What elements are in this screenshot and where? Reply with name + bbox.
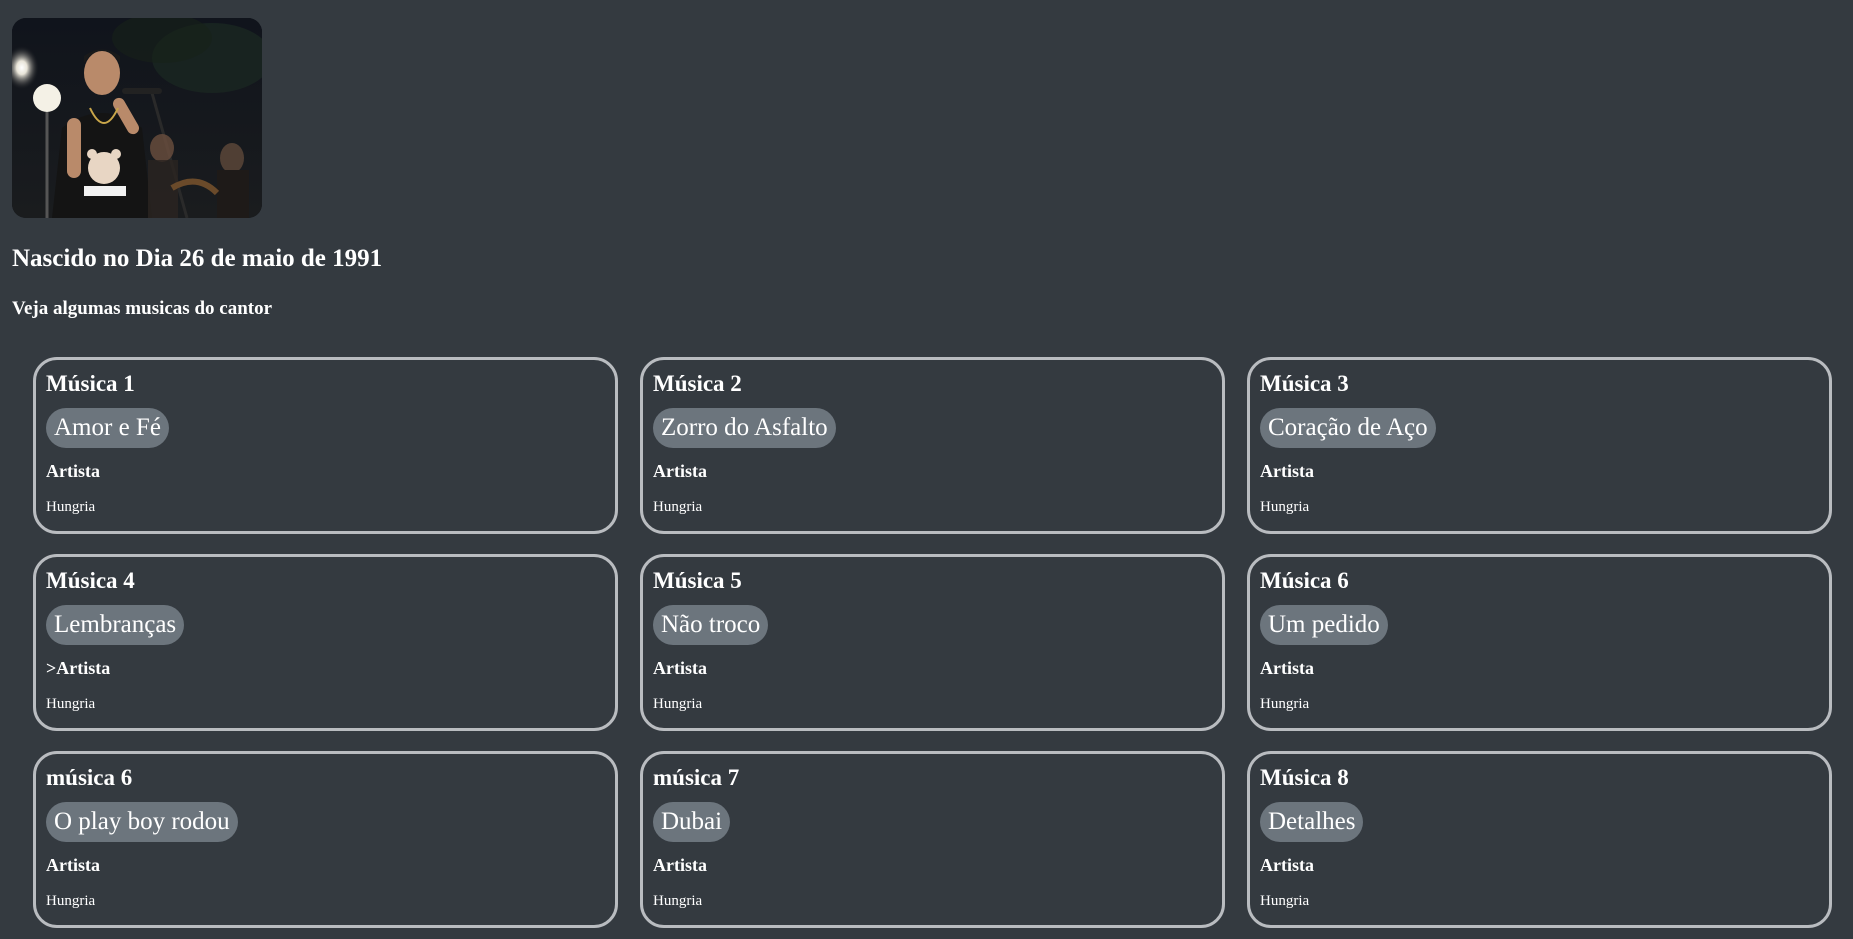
song-title-pill[interactable]: Lembranças — [46, 605, 185, 645]
song-title-pill[interactable]: Coração de Aço — [1260, 408, 1436, 448]
artist-label: Artista — [46, 855, 100, 875]
song-card-heading: Música 3 — [1260, 371, 1349, 396]
artist-name: Hungria — [1260, 696, 1310, 712]
artist-name: Hungria — [653, 499, 703, 515]
song-card: Música 5 Não troco Artista Hungria — [640, 554, 1225, 731]
artist-label: Artista — [653, 658, 707, 678]
songs-grid: Música 1 Amor e Fé Artista Hungria Músic… — [33, 357, 1833, 928]
song-card: Música 4 Lembranças >Artista Hungria — [33, 554, 618, 731]
artist-name: Hungria — [653, 893, 703, 909]
artist-name: Hungria — [1260, 893, 1310, 909]
artist-name: Hungria — [1260, 499, 1310, 515]
artist-name: Hungria — [46, 499, 96, 515]
song-title-pill[interactable]: Zorro do Asfalto — [653, 408, 836, 448]
artist-name: Hungria — [46, 893, 96, 909]
song-title-pill[interactable]: Amor e Fé — [46, 408, 169, 448]
artist-label: Artista — [1260, 461, 1314, 481]
song-card: música 7 Dubai Artista Hungria — [640, 751, 1225, 928]
birth-date-heading: Nascido no Dia 26 de maio de 1991 — [12, 245, 383, 272]
song-card-heading: Música 5 — [653, 568, 742, 593]
song-title-pill[interactable]: Não troco — [653, 605, 769, 645]
song-card: música 6 O play boy rodou Artista Hungri… — [33, 751, 618, 928]
song-title-pill[interactable]: Um pedido — [1260, 605, 1388, 645]
song-card: Música 6 Um pedido Artista Hungria — [1247, 554, 1832, 731]
songs-intro-text: Veja algumas musicas do cantor — [12, 298, 273, 319]
song-card: Música 8 Detalhes Artista Hungria — [1247, 751, 1832, 928]
artist-label: Artista — [1260, 855, 1314, 875]
artist-label: Artista — [1260, 658, 1314, 678]
artist-name: Hungria — [653, 696, 703, 712]
song-card-heading: Música 4 — [46, 568, 135, 593]
artist-label: Artista — [46, 461, 100, 481]
artist-photo — [12, 18, 262, 218]
song-card: Música 1 Amor e Fé Artista Hungria — [33, 357, 618, 534]
song-card-heading: Música 1 — [46, 371, 135, 396]
song-card: Música 2 Zorro do Asfalto Artista Hungri… — [640, 357, 1225, 534]
song-card-heading: Música 2 — [653, 371, 742, 396]
song-card-heading: música 6 — [46, 765, 133, 790]
singer-on-stage-image — [12, 18, 262, 218]
artist-label: >Artista — [46, 658, 111, 678]
page: Nascido no Dia 26 de maio de 1991 Veja a… — [0, 0, 1853, 939]
song-title-pill[interactable]: Dubai — [653, 802, 731, 842]
artist-name: Hungria — [46, 696, 96, 712]
song-card-heading: Música 8 — [1260, 765, 1349, 790]
song-title-pill[interactable]: Detalhes — [1260, 802, 1364, 842]
song-card-heading: Música 6 — [1260, 568, 1349, 593]
artist-label: Artista — [653, 855, 707, 875]
song-card-heading: música 7 — [653, 765, 740, 790]
song-card: Música 3 Coração de Aço Artista Hungria — [1247, 357, 1832, 534]
artist-label: Artista — [653, 461, 707, 481]
song-title-pill[interactable]: O play boy rodou — [46, 802, 238, 842]
